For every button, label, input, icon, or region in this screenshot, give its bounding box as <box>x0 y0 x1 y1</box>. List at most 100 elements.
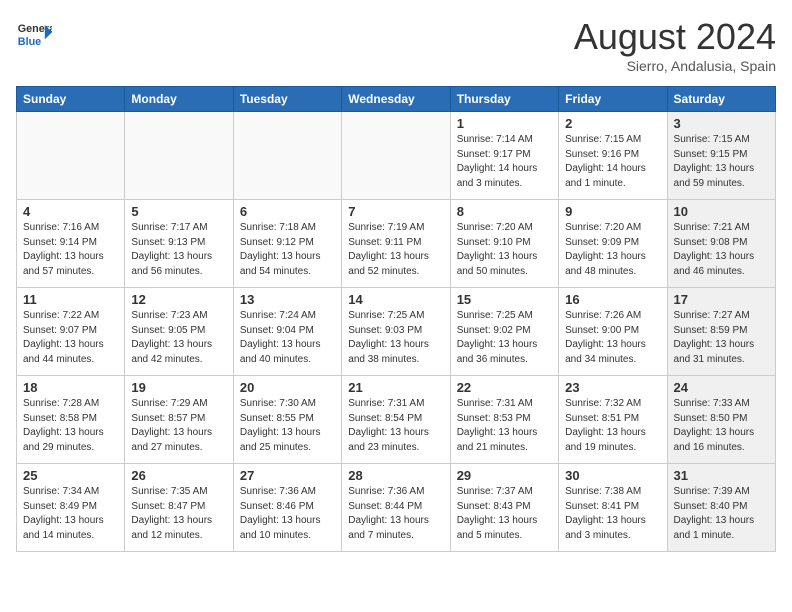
calendar-cell: 15 Sunrise: 7:25 AM Sunset: 9:02 PM Dayli… <box>450 288 558 376</box>
day-number: 26 <box>131 468 226 483</box>
day-info: Sunrise: 7:39 AM Sunset: 8:40 PM Dayligh… <box>674 485 769 543</box>
weekday-header-tuesday: Tuesday <box>233 87 341 112</box>
calendar-cell: 23Sunrise: 7:32 AM Sunset: 8:51 PM Dayli… <box>559 376 667 464</box>
calendar-cell: 11 Sunrise: 7:22 AM Sunset: 9:07 PM Dayli… <box>17 288 125 376</box>
day-number: 16 <box>565 292 660 307</box>
calendar-cell: 26 Sunrise: 7:35 AM Sunset: 8:47 PM Dayli… <box>125 464 233 552</box>
day-info: Sunrise: 7:16 AM Sunset: 9:14 PM Dayligh… <box>23 221 118 279</box>
calendar-cell: 21Sunrise: 7:31 AM Sunset: 8:54 PM Dayli… <box>342 376 450 464</box>
day-number: 24 <box>674 380 769 395</box>
calendar-cell: 19 Sunrise: 7:29 AM Sunset: 8:57 PM Dayli… <box>125 376 233 464</box>
day-info: Sunrise: 7:35 AM Sunset: 8:47 PM Dayligh… <box>131 485 226 543</box>
calendar-cell: 2 Sunrise: 7:15 AM Sunset: 9:16 PM Daylig… <box>559 112 667 200</box>
day-info: Sunrise: 7:33 AM Sunset: 8:50 PM Dayligh… <box>674 397 769 455</box>
weekday-header-wednesday: Wednesday <box>342 87 450 112</box>
calendar-cell: 5 Sunrise: 7:17 AM Sunset: 9:13 PM Daylig… <box>125 200 233 288</box>
calendar-cell: 28 Sunrise: 7:36 AM Sunset: 8:44 PM Dayli… <box>342 464 450 552</box>
day-number: 22 <box>457 380 552 395</box>
day-info: Sunrise: 7:20 AM Sunset: 9:09 PM Dayligh… <box>565 221 660 279</box>
day-number: 4 <box>23 204 118 219</box>
calendar-cell <box>125 112 233 200</box>
calendar-cell: 9 Sunrise: 7:20 AM Sunset: 9:09 PM Daylig… <box>559 200 667 288</box>
day-info: Sunrise: 7:29 AM Sunset: 8:57 PM Dayligh… <box>131 397 226 455</box>
weekday-header-saturday: Saturday <box>667 87 775 112</box>
day-number: 6 <box>240 204 335 219</box>
day-number: 15 <box>457 292 552 307</box>
day-info: Sunrise: 7:30 AM Sunset: 8:55 PM Dayligh… <box>240 397 335 455</box>
weekday-header-monday: Monday <box>125 87 233 112</box>
day-info: Sunrise: 7:28 AM Sunset: 8:58 PM Dayligh… <box>23 397 118 455</box>
day-info: Sunrise: 7:15 AM Sunset: 9:15 PM Dayligh… <box>674 133 769 191</box>
day-info: Sunrise: 7:36 AM Sunset: 8:44 PM Dayligh… <box>348 485 443 543</box>
title-area: August 2024 Sierro, Andalusia, Spain <box>574 16 776 74</box>
calendar-cell <box>342 112 450 200</box>
calendar-cell: 8Sunrise: 7:20 AM Sunset: 9:10 PM Daylig… <box>450 200 558 288</box>
calendar-cell: 22 Sunrise: 7:31 AM Sunset: 8:53 PM Dayli… <box>450 376 558 464</box>
day-info: Sunrise: 7:32 AM Sunset: 8:51 PM Dayligh… <box>565 397 660 455</box>
day-info: Sunrise: 7:26 AM Sunset: 9:00 PM Dayligh… <box>565 309 660 367</box>
day-number: 28 <box>348 468 443 483</box>
day-number: 14 <box>348 292 443 307</box>
day-number: 2 <box>565 116 660 131</box>
calendar-cell: 30Sunrise: 7:38 AM Sunset: 8:41 PM Dayli… <box>559 464 667 552</box>
calendar-cell: 17 Sunrise: 7:27 AM Sunset: 8:59 PM Dayli… <box>667 288 775 376</box>
logo-icon: General Blue <box>16 16 52 52</box>
day-number: 18 <box>23 380 118 395</box>
weekday-header-sunday: Sunday <box>17 87 125 112</box>
calendar-cell: 29 Sunrise: 7:37 AM Sunset: 8:43 PM Dayli… <box>450 464 558 552</box>
day-info: Sunrise: 7:17 AM Sunset: 9:13 PM Dayligh… <box>131 221 226 279</box>
day-number: 19 <box>131 380 226 395</box>
day-info: Sunrise: 7:31 AM Sunset: 8:53 PM Dayligh… <box>457 397 552 455</box>
svg-text:Blue: Blue <box>18 36 41 48</box>
day-number: 17 <box>674 292 769 307</box>
day-number: 29 <box>457 468 552 483</box>
calendar-cell: 14 Sunrise: 7:25 AM Sunset: 9:03 PM Dayli… <box>342 288 450 376</box>
day-info: Sunrise: 7:22 AM Sunset: 9:07 PM Dayligh… <box>23 309 118 367</box>
day-info: Sunrise: 7:25 AM Sunset: 9:02 PM Dayligh… <box>457 309 552 367</box>
day-info: Sunrise: 7:25 AM Sunset: 9:03 PM Dayligh… <box>348 309 443 367</box>
day-info: Sunrise: 7:23 AM Sunset: 9:05 PM Dayligh… <box>131 309 226 367</box>
day-number: 1 <box>457 116 552 131</box>
day-number: 10 <box>674 204 769 219</box>
day-number: 3 <box>674 116 769 131</box>
calendar-cell: 12Sunrise: 7:23 AM Sunset: 9:05 PM Dayli… <box>125 288 233 376</box>
calendar-cell: 18 Sunrise: 7:28 AM Sunset: 8:58 PM Dayli… <box>17 376 125 464</box>
calendar-cell: 31 Sunrise: 7:39 AM Sunset: 8:40 PM Dayli… <box>667 464 775 552</box>
day-info: Sunrise: 7:34 AM Sunset: 8:49 PM Dayligh… <box>23 485 118 543</box>
day-number: 9 <box>565 204 660 219</box>
day-info: Sunrise: 7:27 AM Sunset: 8:59 PM Dayligh… <box>674 309 769 367</box>
location: Sierro, Andalusia, Spain <box>574 58 776 74</box>
day-number: 31 <box>674 468 769 483</box>
calendar-cell: 24 Sunrise: 7:33 AM Sunset: 8:50 PM Dayli… <box>667 376 775 464</box>
calendar-cell: 16 Sunrise: 7:26 AM Sunset: 9:00 PM Dayli… <box>559 288 667 376</box>
day-number: 5 <box>131 204 226 219</box>
day-info: Sunrise: 7:18 AM Sunset: 9:12 PM Dayligh… <box>240 221 335 279</box>
day-number: 25 <box>23 468 118 483</box>
day-info: Sunrise: 7:36 AM Sunset: 8:46 PM Dayligh… <box>240 485 335 543</box>
day-number: 27 <box>240 468 335 483</box>
calendar-cell: 13Sunrise: 7:24 AM Sunset: 9:04 PM Dayli… <box>233 288 341 376</box>
day-info: Sunrise: 7:37 AM Sunset: 8:43 PM Dayligh… <box>457 485 552 543</box>
day-number: 30 <box>565 468 660 483</box>
day-number: 20 <box>240 380 335 395</box>
day-info: Sunrise: 7:14 AM Sunset: 9:17 PM Dayligh… <box>457 133 552 191</box>
day-number: 7 <box>348 204 443 219</box>
day-number: 11 <box>23 292 118 307</box>
day-info: Sunrise: 7:15 AM Sunset: 9:16 PM Dayligh… <box>565 133 660 191</box>
calendar-cell: 6 Sunrise: 7:18 AM Sunset: 9:12 PM Daylig… <box>233 200 341 288</box>
calendar-cell <box>233 112 341 200</box>
logo: General Blue <box>16 16 52 52</box>
calendar-cell: 4 Sunrise: 7:16 AM Sunset: 9:14 PM Daylig… <box>17 200 125 288</box>
day-number: 8 <box>457 204 552 219</box>
calendar-cell: 3 Sunrise: 7:15 AM Sunset: 9:15 PM Daylig… <box>667 112 775 200</box>
day-number: 21 <box>348 380 443 395</box>
header: General Blue August 2024 Sierro, Andalus… <box>16 16 776 74</box>
calendar-cell: 1 Sunrise: 7:14 AM Sunset: 9:17 PM Daylig… <box>450 112 558 200</box>
weekday-header-thursday: Thursday <box>450 87 558 112</box>
calendar-cell: 25 Sunrise: 7:34 AM Sunset: 8:49 PM Dayli… <box>17 464 125 552</box>
calendar-cell: 10 Sunrise: 7:21 AM Sunset: 9:08 PM Dayli… <box>667 200 775 288</box>
calendar-cell <box>17 112 125 200</box>
day-info: Sunrise: 7:19 AM Sunset: 9:11 PM Dayligh… <box>348 221 443 279</box>
day-info: Sunrise: 7:21 AM Sunset: 9:08 PM Dayligh… <box>674 221 769 279</box>
calendar-cell: 27 Sunrise: 7:36 AM Sunset: 8:46 PM Dayli… <box>233 464 341 552</box>
